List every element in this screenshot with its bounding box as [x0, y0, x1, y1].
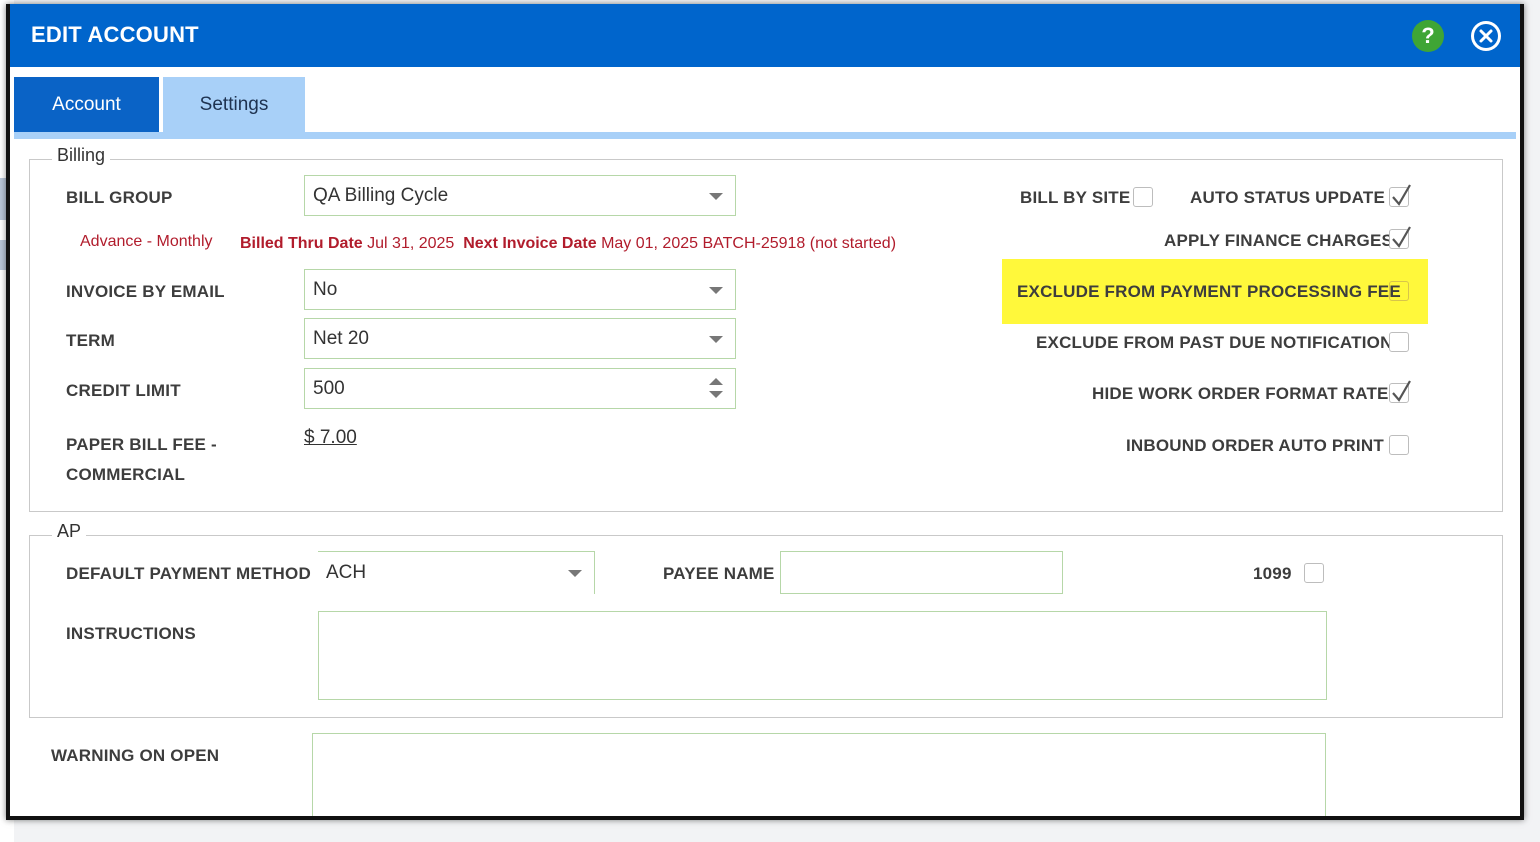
- invoice-by-email-value: No: [313, 278, 338, 300]
- credit-limit-label: CREDIT LIMIT: [66, 381, 181, 400]
- exclude-past-due-notification-checkbox[interactable]: [1389, 332, 1409, 352]
- next-invoice-value: May 01, 2025 BATCH-25918 (not started): [601, 235, 897, 252]
- billing-dates: Billed Thru Date Jul 31, 2025 Next Invoi…: [240, 235, 896, 253]
- exclude-past-due-notification-label: EXCLUDE FROM PAST DUE NOTIFICATION: [1036, 333, 1393, 352]
- chevron-down-icon: [709, 286, 723, 294]
- checkmark-icon: [1392, 226, 1411, 248]
- tab-underline: [14, 132, 1516, 139]
- auto-status-update-label: AUTO STATUS UPDATE: [1190, 188, 1386, 207]
- apply-finance-charges-label: APPLY FINANCE CHARGES: [1164, 231, 1394, 250]
- 1099-checkbox[interactable]: [1304, 563, 1324, 583]
- term-select[interactable]: Net 20: [304, 318, 736, 359]
- hide-work-order-format-rate-label: HIDE WORK ORDER FORMAT RATE: [1092, 384, 1389, 403]
- payee-name-input[interactable]: [780, 551, 1063, 594]
- inbound-order-auto-print-label: INBOUND ORDER AUTO PRINT: [1126, 436, 1384, 455]
- paper-bill-fee-value[interactable]: $ 7.00: [304, 427, 357, 449]
- instructions-textarea[interactable]: [318, 611, 1327, 700]
- paper-bill-fee-label: PAPER BILL FEE - COMMERCIAL: [66, 430, 217, 490]
- stepper-up-icon[interactable]: [709, 378, 723, 385]
- warning-on-open-label: WARNING ON OPEN: [51, 746, 220, 765]
- 1099-label: 1099: [1253, 564, 1292, 583]
- default-payment-method-label: DEFAULT PAYMENT METHOD: [66, 564, 311, 583]
- dialog-titlebar: EDIT ACCOUNT ?: [10, 4, 1520, 67]
- default-payment-method-value: ACH: [326, 562, 367, 583]
- ap-legend: AP: [52, 521, 87, 542]
- help-icon[interactable]: ?: [1412, 20, 1444, 52]
- invoice-by-email-label: INVOICE BY EMAIL: [66, 282, 225, 301]
- checkmark-icon: [1392, 184, 1411, 206]
- stepper-icon[interactable]: [709, 378, 723, 400]
- tab-settings[interactable]: Settings: [163, 77, 305, 132]
- edit-account-dialog: EDIT ACCOUNT ? Account Settings Billing …: [6, 4, 1524, 820]
- chevron-down-icon: [709, 335, 723, 343]
- billing-legend: Billing: [52, 145, 111, 166]
- tab-account[interactable]: Account: [14, 77, 159, 132]
- instructions-label: INSTRUCTIONS: [66, 624, 196, 643]
- credit-limit-value: 500: [313, 377, 345, 399]
- next-invoice-label: Next Invoice Date: [463, 235, 597, 252]
- stepper-down-icon[interactable]: [709, 391, 723, 398]
- chevron-down-icon: [709, 192, 723, 200]
- warning-on-open-textarea[interactable]: [312, 733, 1326, 816]
- exclude-payment-processing-fee-label: EXCLUDE FROM PAYMENT PROCESSING FEE: [1017, 282, 1401, 301]
- billing-type: Advance - Monthly: [80, 233, 213, 250]
- bill-group-label: BILL GROUP: [66, 188, 173, 207]
- term-label: TERM: [66, 331, 115, 350]
- billed-thru-label: Billed Thru Date: [240, 235, 363, 252]
- dialog-title: EDIT ACCOUNT: [31, 22, 199, 47]
- chevron-down-icon: [568, 570, 582, 577]
- checkmark-icon: [1392, 380, 1411, 402]
- bill-group-value: QA Billing Cycle: [313, 184, 449, 206]
- hide-work-order-format-rate-checkbox[interactable]: [1389, 380, 1411, 403]
- auto-status-update-checkbox[interactable]: [1389, 184, 1411, 207]
- paper-bill-fee-label-line2: COMMERCIAL: [66, 465, 186, 484]
- term-value: Net 20: [313, 327, 369, 349]
- apply-finance-charges-checkbox[interactable]: [1389, 226, 1411, 249]
- exclude-payment-processing-fee-checkbox[interactable]: [1389, 281, 1409, 301]
- payee-name-label: PAYEE NAME: [663, 564, 775, 583]
- paper-bill-fee-label-line1: PAPER BILL FEE -: [66, 435, 217, 454]
- help-icon-glyph: ?: [1421, 23, 1435, 48]
- inbound-order-auto-print-checkbox[interactable]: [1389, 435, 1409, 455]
- close-icon[interactable]: [1471, 21, 1501, 51]
- default-payment-method-select[interactable]: ACH: [318, 551, 595, 594]
- credit-limit-input[interactable]: 500: [304, 368, 736, 409]
- bill-group-select[interactable]: QA Billing Cycle: [304, 175, 736, 216]
- invoice-by-email-select[interactable]: No: [304, 269, 736, 310]
- billed-thru-value: Jul 31, 2025: [367, 235, 455, 252]
- bill-by-site-label: BILL BY SITE: [1020, 188, 1131, 207]
- bill-by-site-checkbox[interactable]: [1133, 187, 1153, 207]
